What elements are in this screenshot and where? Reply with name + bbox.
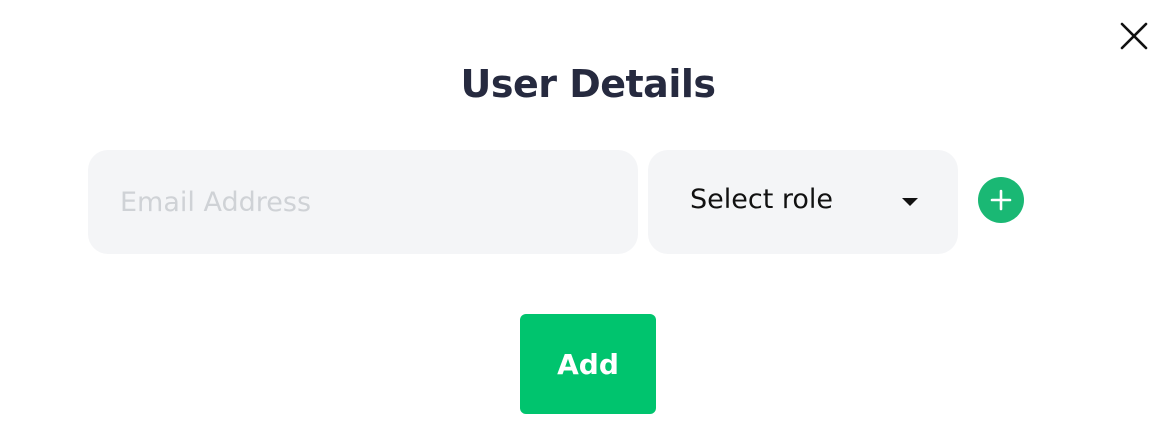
role-select-value: Select role xyxy=(690,184,834,215)
add-button[interactable]: Add xyxy=(520,314,656,414)
add-another-user-button[interactable] xyxy=(978,177,1024,223)
caret-down-icon xyxy=(902,198,918,206)
plus-icon xyxy=(990,189,1012,211)
email-address-field[interactable] xyxy=(88,150,638,254)
close-button[interactable] xyxy=(1118,20,1150,52)
role-select[interactable]: Select role xyxy=(648,150,958,254)
close-icon xyxy=(1120,22,1148,50)
dialog-title: User Details xyxy=(460,62,716,106)
